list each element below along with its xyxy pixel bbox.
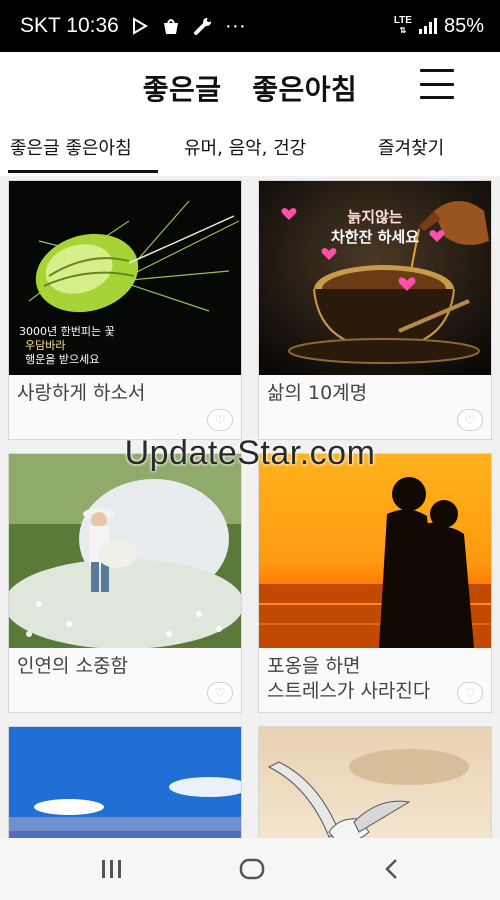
status-bar: SKT 10:36 ··· LTE ⇅ 85% <box>0 0 500 52</box>
post-card[interactable]: 포옹을 하면 스트레스가 사라진다 ♡ <box>258 453 492 713</box>
carrier-time: SKT 10:36 <box>20 14 119 37</box>
card-image-tea-cup: 늙지않는 차한잔 하세요 <box>259 181 491 375</box>
image-caption-line: 늙지않는 <box>347 208 403 226</box>
watermark-text: UpdateStar.com <box>124 434 376 472</box>
card-title: 사랑하게 하소서 <box>17 382 146 404</box>
heart-icon[interactable]: ♡ <box>457 409 483 431</box>
battery-level: 85% <box>443 14 484 37</box>
post-card[interactable]: 3000년 한번피는 꽃 우담바라 행운을 받으세요 사랑하게 하소서 ♡ <box>8 180 242 440</box>
card-image-udumbara-flower: 3000년 한번피는 꽃 우담바라 행운을 받으세요 <box>9 181 241 375</box>
card-title: 삶의 10계명 <box>267 382 368 404</box>
heart-icon[interactable]: ♡ <box>457 682 483 704</box>
back-icon[interactable] <box>372 852 412 886</box>
image-caption-line: 3000년 한번피는 꽃 <box>19 325 115 338</box>
lte-icon: LTE ⇅ <box>393 15 412 36</box>
shopping-bag-icon <box>161 16 181 36</box>
wrench-icon <box>193 16 213 36</box>
card-title: 포옹을 하면 스트레스가 사라진다 <box>267 655 431 702</box>
tab-good-writing[interactable]: 좋은글 좋은아침 <box>10 134 132 160</box>
hamburger-menu-icon[interactable] <box>420 69 454 99</box>
tab-humor-music-health[interactable]: 유머, 음악, 건강 <box>184 134 306 160</box>
card-title: 인연의 소중함 <box>17 655 128 677</box>
more-notifications-icon: ··· <box>224 14 246 37</box>
signal-icon <box>418 17 438 35</box>
image-caption-line: 차한잔 하세요 <box>330 228 420 246</box>
play-store-icon <box>131 17 149 35</box>
heart-icon[interactable]: ♡ <box>207 682 233 704</box>
card-image-couple-sunset <box>259 454 491 648</box>
active-tab-indicator <box>8 170 158 173</box>
heart-icon[interactable]: ♡ <box>207 409 233 431</box>
card-image-girl-in-flowers <box>9 454 241 648</box>
home-icon[interactable] <box>232 852 272 886</box>
app-bar: 좋은글 좋은아침 <box>0 52 500 118</box>
tab-favorites[interactable]: 즐겨찾기 <box>378 134 444 160</box>
tab-bar: 좋은글 좋은아침 유머, 음악, 건강 즐겨찾기 <box>0 118 500 176</box>
recent-apps-icon[interactable] <box>92 852 132 886</box>
image-caption-line: 행운을 받으세요 <box>25 353 100 366</box>
system-navigation-bar <box>0 838 500 900</box>
post-card[interactable]: 인연의 소중함 ♡ <box>8 453 242 713</box>
image-caption-line: 우담바라 <box>25 339 66 352</box>
post-card[interactable]: 늙지않는 차한잔 하세요 삶의 10계명 ♡ <box>258 180 492 440</box>
